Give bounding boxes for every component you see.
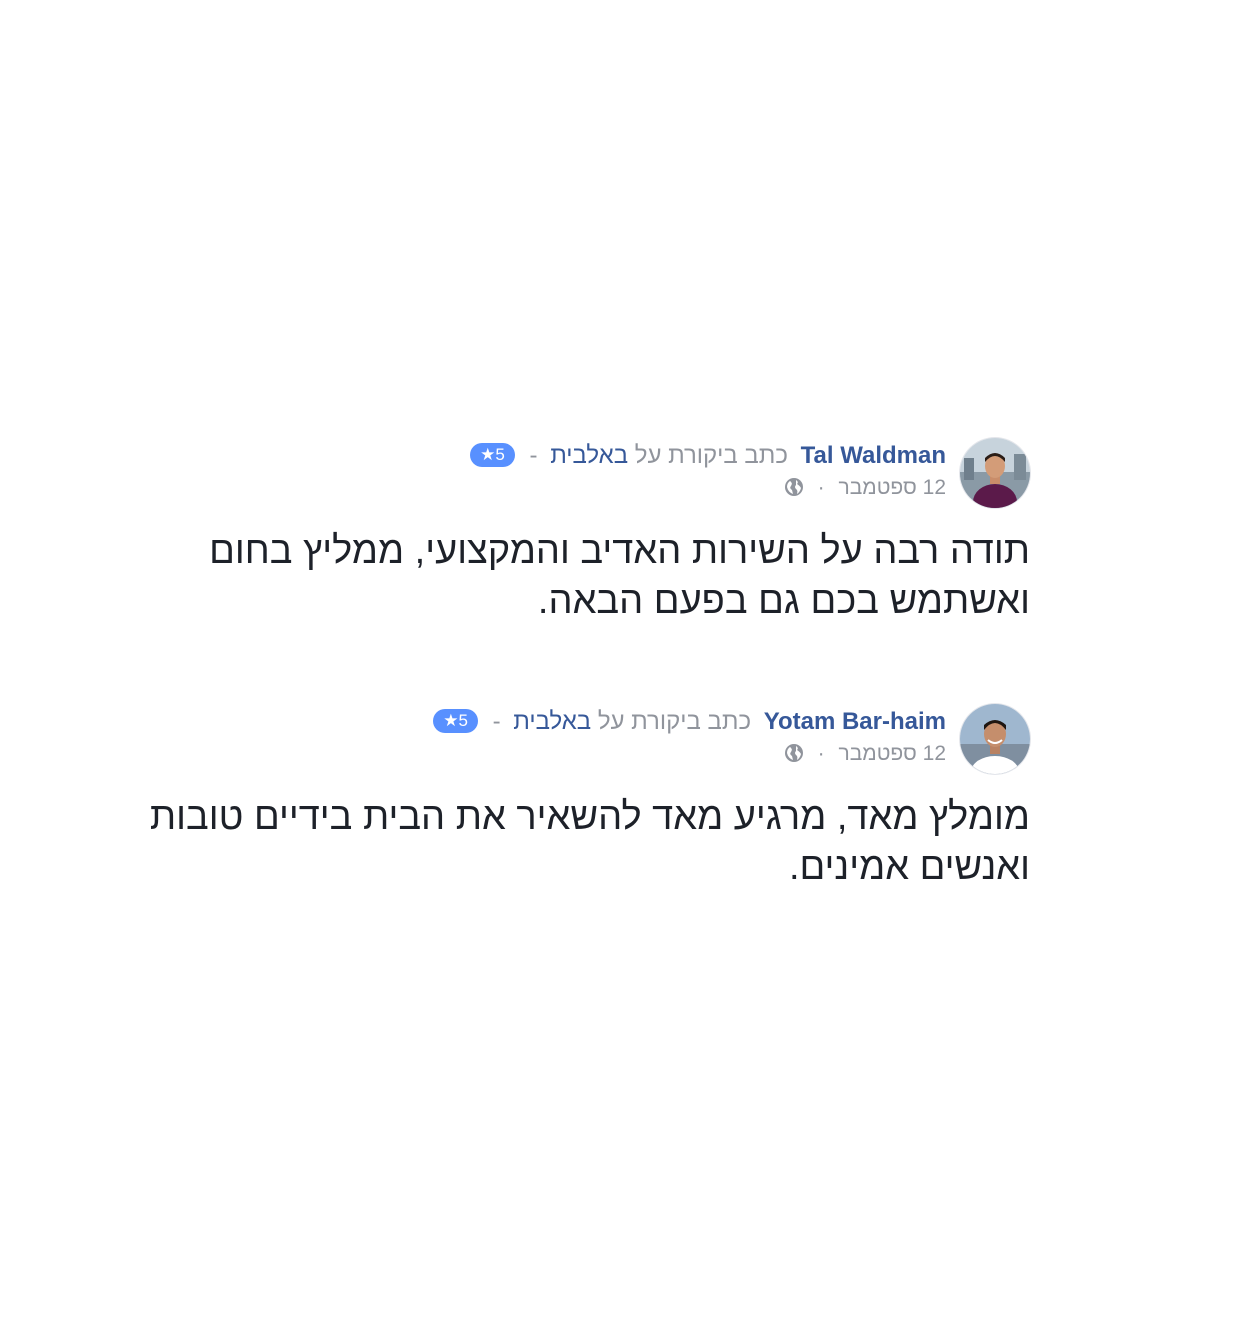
review-verb: כתב ביקורת על	[634, 442, 788, 469]
review-meta: Yotam Bar-haim כתב ביקורת על באלבית - ★5…	[433, 704, 946, 771]
page-name-link[interactable]: באלבית	[550, 442, 628, 469]
dot-separator: ·	[817, 742, 825, 765]
dot-separator: ·	[817, 476, 825, 499]
rating-badge: ★5	[433, 709, 478, 733]
review-date-link[interactable]: 12 ספטמבר	[839, 476, 946, 499]
review-header: Tal Waldman כתב ביקורת על באלבית - ★5 12…	[60, 438, 1030, 508]
rating-value: 5	[458, 711, 468, 730]
avatar[interactable]	[960, 704, 1030, 774]
globe-icon[interactable]	[784, 477, 804, 505]
review-card: Yotam Bar-haim כתב ביקורת על באלבית - ★5…	[60, 704, 1030, 892]
star-icon: ★	[443, 711, 459, 730]
rating-badge: ★5	[470, 443, 515, 467]
page-name-link[interactable]: באלבית	[513, 708, 591, 735]
review-date-link[interactable]: 12 ספטמבר	[839, 742, 946, 765]
author-name-link[interactable]: Tal Waldman	[801, 442, 946, 469]
avatar[interactable]	[960, 438, 1030, 508]
separator: -	[492, 708, 501, 735]
review-verb: כתב ביקורת על	[597, 708, 752, 735]
star-icon: ★	[480, 445, 496, 464]
review-date-row: 12 ספטמבר ·	[470, 474, 946, 505]
globe-icon[interactable]	[784, 743, 804, 771]
review-header: Yotam Bar-haim כתב ביקורת על באלבית - ★5…	[60, 704, 1030, 774]
review-card: Tal Waldman כתב ביקורת על באלבית - ★5 12…	[60, 438, 1030, 626]
review-headline: Tal Waldman כתב ביקורת על באלבית - ★5	[470, 440, 946, 472]
separator: -	[529, 442, 538, 469]
review-text: תודה רבה על השירות האדיב והמקצועי, ממליץ…	[209, 530, 1030, 622]
review-headline: Yotam Bar-haim כתב ביקורת על באלבית - ★5	[433, 706, 946, 738]
author-name-link[interactable]: Yotam Bar-haim	[764, 708, 946, 735]
review-date-row: 12 ספטמבר ·	[433, 740, 946, 771]
rating-value: 5	[495, 445, 505, 464]
review-meta: Tal Waldman כתב ביקורת על באלבית - ★5 12…	[470, 438, 946, 505]
review-text: מומלץ מאד, מרגיע מאד להשאיר את הבית בידי…	[149, 796, 1030, 888]
